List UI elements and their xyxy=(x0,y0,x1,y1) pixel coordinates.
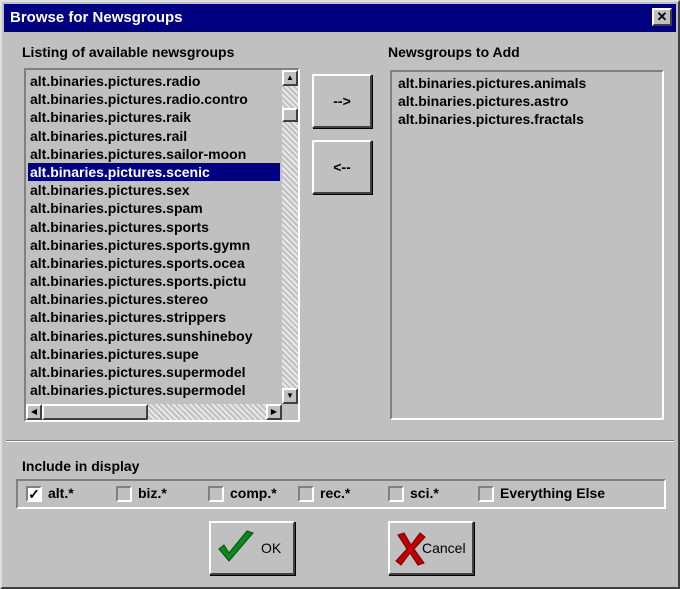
remove-button-label: <-- xyxy=(333,159,351,175)
available-newsgroup-item[interactable]: alt.binaries.pictures.supermodel xyxy=(28,381,280,399)
available-newsgroup-item[interactable]: alt.binaries.pictures.stereo xyxy=(28,290,280,308)
filter-checkbox-alt[interactable]: ✓ xyxy=(26,486,42,502)
to-add-newsgroup-item[interactable]: alt.binaries.pictures.astro xyxy=(396,92,660,110)
filter-label[interactable]: biz.* xyxy=(138,485,167,501)
available-vertical-scrollbar[interactable]: ▲ ▼ xyxy=(282,70,298,404)
add-button-label: --> xyxy=(333,93,351,109)
available-newsgroup-item[interactable]: alt.binaries.pictures.supermodel xyxy=(28,363,280,381)
vertical-scroll-thumb[interactable] xyxy=(282,108,298,122)
available-newsgroup-item[interactable]: alt.binaries.pictures.scenic xyxy=(28,162,280,182)
to-add-newsgroup-item[interactable]: alt.binaries.pictures.animals xyxy=(396,74,660,92)
available-list-items: alt.binaries.pictures.radio alt.binaries.… xyxy=(28,72,280,402)
available-newsgroup-item[interactable]: alt.binaries.pictures.sex xyxy=(28,181,280,199)
scroll-down-button[interactable]: ▼ xyxy=(282,388,298,404)
available-list-label: Listing of available newsgroups xyxy=(22,44,235,60)
include-filters-group: ✓ alt.* biz.* comp.* rec.* sci.* Everything El… xyxy=(16,479,666,509)
available-newsgroup-item[interactable]: alt.binaries.pictures.sports.gymn xyxy=(28,236,280,254)
window-title: Browse for Newsgroups xyxy=(10,9,183,26)
filter-label[interactable]: sci.* xyxy=(410,485,439,501)
available-newsgroup-item[interactable]: alt.binaries.pictures.spam xyxy=(28,199,280,217)
include-display-label: Include in display xyxy=(22,458,140,474)
to-add-list-items: alt.binaries.pictures.animals alt.binarie… xyxy=(396,74,660,129)
available-newsgroup-item[interactable]: alt.binaries.pictures.rail xyxy=(28,127,280,145)
newsgroups-to-add-listbox[interactable]: alt.binaries.pictures.animals alt.binarie… xyxy=(390,70,664,420)
available-newsgroup-item[interactable]: alt.binaries.pictures.raik xyxy=(28,108,280,126)
title-bar: Browse for Newsgroups ✕ xyxy=(4,4,676,32)
scroll-left-button[interactable]: ◀ xyxy=(26,404,42,420)
to-add-list-label: Newsgroups to Add xyxy=(388,44,520,60)
ok-label: OK xyxy=(261,540,282,556)
available-newsgroup-item[interactable]: alt.binaries.pictures.radio.contro xyxy=(28,90,280,108)
available-newsgroup-item[interactable]: alt.binaries.pictures.sports.pictu xyxy=(28,272,280,290)
filter-label[interactable]: Everything Else xyxy=(500,485,605,501)
cancel-label: Cancel xyxy=(422,540,466,556)
filter-label[interactable]: rec.* xyxy=(320,485,350,501)
checkmark-icon xyxy=(218,530,254,562)
available-newsgroup-item[interactable]: alt.binaries.pictures.sailor-moon xyxy=(28,145,280,163)
available-newsgroup-item[interactable]: alt.binaries.pictures.sports.ocea xyxy=(28,254,280,272)
close-button[interactable]: ✕ xyxy=(652,8,672,26)
filter-checkbox-rec[interactable] xyxy=(298,486,314,502)
available-newsgroup-item[interactable]: alt.binaries.pictures.radio xyxy=(28,72,280,90)
available-newsgroup-item[interactable]: alt.binaries.pictures.sunshineboy xyxy=(28,327,280,345)
horizontal-scroll-thumb[interactable] xyxy=(42,404,148,420)
cancel-button[interactable]: Cancel xyxy=(388,521,474,575)
ok-button[interactable]: OK xyxy=(209,521,295,575)
filter-label[interactable]: comp.* xyxy=(230,485,277,501)
section-divider xyxy=(6,440,674,442)
filter-checkbox-biz[interactable] xyxy=(116,486,132,502)
filter-checkbox-everythingelse[interactable] xyxy=(478,486,494,502)
remove-newsgroup-button[interactable]: <-- xyxy=(312,140,372,194)
filter-label[interactable]: alt.* xyxy=(48,485,74,501)
add-newsgroup-button[interactable]: --> xyxy=(312,74,372,128)
scrollbar-corner xyxy=(282,404,298,420)
available-newsgroup-item[interactable]: alt.binaries.pictures.sports xyxy=(28,218,280,236)
filter-checkbox-sci[interactable] xyxy=(388,486,404,502)
available-newsgroups-listbox[interactable]: alt.binaries.pictures.radio alt.binaries.… xyxy=(24,68,300,422)
browse-newsgroups-dialog: Browse for Newsgroups ✕ Listing of avail… xyxy=(0,0,680,589)
available-horizontal-scrollbar[interactable]: ◀ ▶ xyxy=(26,404,282,420)
filter-checkbox-comp[interactable] xyxy=(208,486,224,502)
available-newsgroup-item[interactable]: alt.binaries.pictures.strippers xyxy=(28,308,280,326)
scroll-up-button[interactable]: ▲ xyxy=(282,70,298,86)
scroll-right-button[interactable]: ▶ xyxy=(266,404,282,420)
close-icon: ✕ xyxy=(656,9,668,24)
available-newsgroup-item[interactable]: alt.binaries.pictures.supe xyxy=(28,345,280,363)
to-add-newsgroup-item[interactable]: alt.binaries.pictures.fractals xyxy=(396,110,660,128)
